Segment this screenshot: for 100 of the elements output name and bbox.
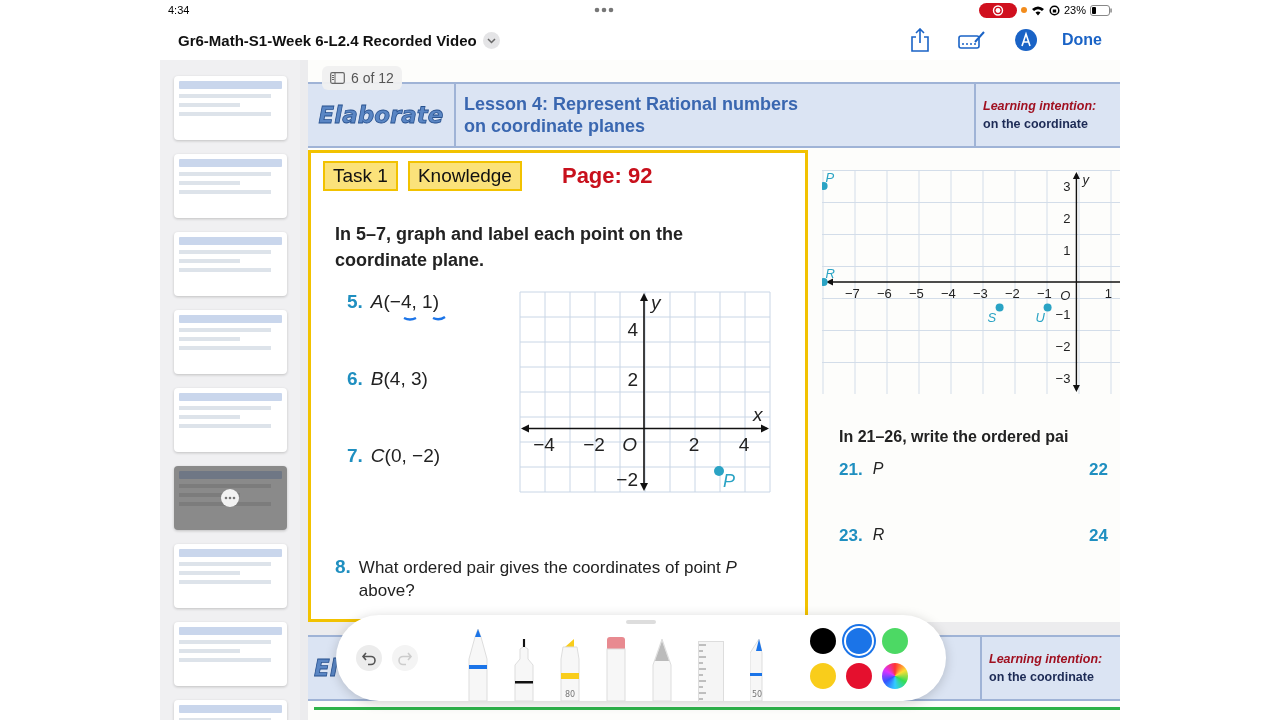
highlighter-tool-icon[interactable] bbox=[560, 639, 580, 701]
color-swatch[interactable] bbox=[810, 662, 836, 689]
wifi-icon bbox=[1030, 4, 1045, 16]
tool-size-label: 80 bbox=[564, 690, 576, 699]
color-swatch[interactable] bbox=[882, 627, 908, 654]
axis-tick-label: 1 bbox=[1063, 243, 1071, 258]
axis-tick-label: −3 bbox=[973, 286, 988, 301]
task-tag: Knowledge bbox=[407, 161, 522, 191]
page-reference: Page: 92 bbox=[561, 163, 653, 189]
plotted-point bbox=[822, 278, 828, 286]
color-wheel-button[interactable] bbox=[882, 662, 908, 689]
axis-tick-label: −2 bbox=[616, 468, 638, 490]
slide-thumbnail[interactable] bbox=[173, 154, 287, 218]
intention-text: on the coordinate bbox=[989, 669, 1095, 686]
exercise-text: P bbox=[872, 460, 884, 479]
slide-thumbnail[interactable] bbox=[173, 310, 287, 374]
intention-text: on the coordinate bbox=[983, 116, 1089, 133]
point-label: U bbox=[1035, 309, 1045, 325]
axis-tick-label: 2 bbox=[1063, 211, 1071, 226]
pen-tool-icon[interactable] bbox=[468, 629, 488, 701]
point-label: S bbox=[987, 309, 997, 325]
axis-tick-label: −2 bbox=[1005, 286, 1020, 301]
crayon-tool-icon[interactable] bbox=[750, 639, 764, 701]
battery-percentage: 23% bbox=[1063, 4, 1086, 16]
undo-icon bbox=[361, 650, 377, 666]
exercise-number: 23. bbox=[839, 526, 863, 546]
exercise-number: 24 bbox=[1089, 526, 1108, 546]
tool-size-label: 50 bbox=[751, 690, 763, 699]
lesson-title: Lesson 4: Represent Rational numbers bbox=[464, 93, 800, 115]
axis-tick-label: −1 bbox=[1055, 307, 1071, 322]
slide-thumbnail[interactable] bbox=[173, 466, 287, 530]
undo-button[interactable] bbox=[356, 645, 382, 671]
axis-label: y bbox=[651, 292, 661, 313]
color-swatch[interactable] bbox=[846, 662, 872, 689]
instruction-text: In 5–7, graph and label each point on the coordinate plane. bbox=[335, 223, 685, 272]
axis-tick-label: −7 bbox=[845, 286, 860, 301]
markup-pen-icon[interactable] bbox=[958, 30, 986, 50]
done-button[interactable]: Done bbox=[1062, 31, 1102, 49]
axis-tick-label: −1 bbox=[1037, 286, 1052, 301]
instruction-text: In 21–26, write the ordered pai bbox=[839, 428, 1070, 446]
axis-tick-label: 2 bbox=[688, 433, 700, 455]
color-swatch[interactable] bbox=[810, 627, 836, 654]
exercise-number: 22 bbox=[1089, 460, 1108, 480]
lesson-title: on coordinate planes bbox=[464, 115, 647, 137]
task-tag: Task 1 bbox=[323, 161, 398, 191]
more-options-icon[interactable] bbox=[220, 489, 239, 507]
intention-label: Learning intention: bbox=[989, 651, 1103, 668]
point-label: P bbox=[825, 170, 835, 185]
axis-tick-label: −3 bbox=[1055, 371, 1071, 386]
exercise-number: 6. bbox=[347, 368, 363, 390]
color-swatch[interactable] bbox=[846, 627, 872, 654]
axis-tick-label: 3 bbox=[1063, 179, 1071, 194]
chevron-down-icon[interactable] bbox=[482, 31, 500, 49]
slide-thumbnail[interactable] bbox=[173, 388, 287, 452]
slide-thumbnail[interactable] bbox=[173, 232, 287, 296]
intention-label: Learning intention: bbox=[983, 98, 1097, 115]
battery-icon bbox=[1090, 4, 1112, 16]
exercise-number: 7. bbox=[347, 445, 363, 467]
axis-tick-label: −4 bbox=[533, 433, 555, 455]
plotted-point bbox=[995, 303, 1004, 312]
exercise-text: R bbox=[872, 526, 885, 545]
exercise-number: 5. bbox=[347, 291, 363, 313]
point-label: R bbox=[825, 266, 835, 281]
slide-thumbnail[interactable] bbox=[173, 544, 287, 608]
axis-tick-label: 2 bbox=[627, 368, 638, 390]
eraser-tool-icon[interactable] bbox=[606, 637, 626, 701]
exercise-text: C(0, −2) bbox=[370, 445, 441, 467]
axis-tick-label: −2 bbox=[583, 433, 605, 455]
origin-label: O bbox=[1060, 288, 1071, 303]
lock-rotation-icon bbox=[1048, 4, 1060, 16]
point-label: P bbox=[723, 471, 735, 491]
plotted-point bbox=[714, 466, 724, 476]
question-text: What ordered pair gives the coordinates of point P above? bbox=[358, 557, 738, 602]
axis-tick-label: 4 bbox=[738, 433, 750, 455]
fineliner-tool-icon[interactable] bbox=[514, 639, 534, 701]
sidebar-icon bbox=[330, 72, 345, 84]
axis-label: x bbox=[753, 403, 763, 425]
document-title: Gr6-Math-S1-Week 6-L2.4 Recorded Video bbox=[178, 31, 477, 49]
axis-tick-label: −5 bbox=[909, 286, 924, 301]
exercise-text: A(−4, 1) bbox=[370, 291, 439, 313]
exercise-text: B(4, 3) bbox=[370, 368, 428, 390]
plotted-point bbox=[1043, 303, 1052, 312]
plotted-point bbox=[822, 182, 828, 190]
origin-label: O bbox=[622, 433, 637, 455]
axis-label: y bbox=[1082, 172, 1089, 187]
share-icon[interactable] bbox=[910, 28, 930, 52]
page-count: 6 of 12 bbox=[351, 70, 394, 86]
status-time: 4:34 bbox=[168, 4, 190, 16]
slide-thumbnail[interactable] bbox=[173, 622, 287, 686]
redo-icon bbox=[397, 650, 413, 666]
multitask-dots-icon[interactable] bbox=[594, 7, 615, 13]
axis-tick-label: −4 bbox=[941, 286, 956, 301]
slide-thumbnail[interactable] bbox=[173, 76, 287, 140]
axis-tick-label: −2 bbox=[1055, 339, 1071, 354]
privacy-indicator-icon bbox=[1020, 7, 1027, 13]
axis-tick-label: 1 bbox=[1104, 286, 1112, 301]
axis-tick-label: −6 bbox=[877, 286, 892, 301]
axis-tick-label: 4 bbox=[627, 318, 638, 340]
exercise-number: 21. bbox=[839, 460, 863, 480]
exercise-number: 8. bbox=[335, 556, 351, 579]
